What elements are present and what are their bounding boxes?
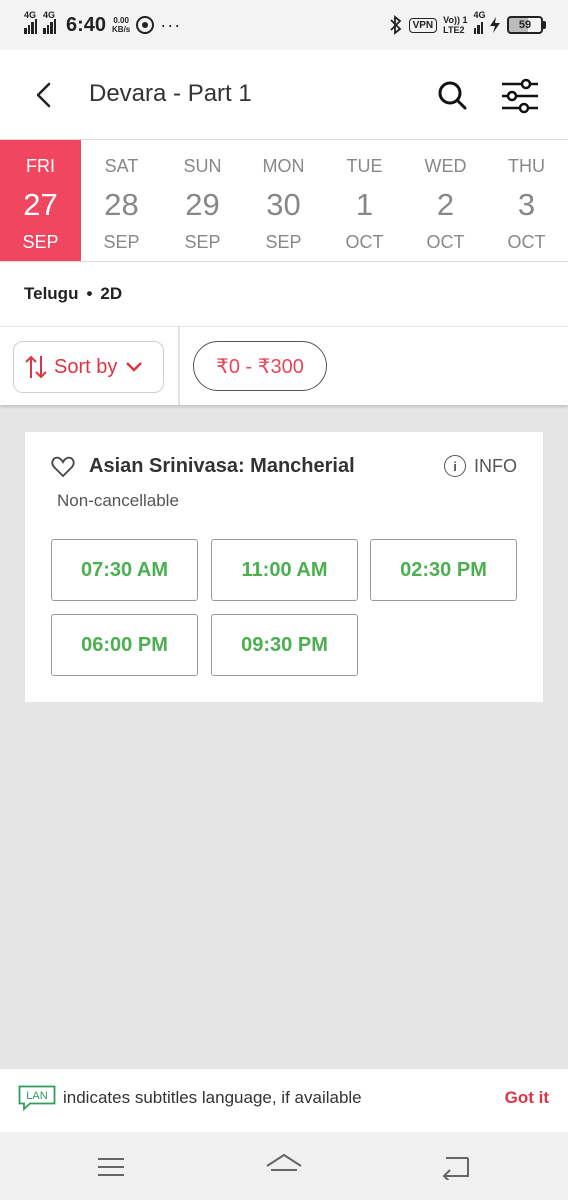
signal-icon-3: 4G xyxy=(473,10,486,34)
signal-icon-2: 4G xyxy=(43,10,56,34)
page-title: Devara - Part 1 xyxy=(89,80,252,107)
app-header: Devara - Part 1 xyxy=(0,50,568,140)
divider xyxy=(178,327,180,405)
info-label: INFO xyxy=(474,455,517,476)
showtime-button[interactable]: 02:30 PM xyxy=(370,539,517,601)
price-range-chip[interactable]: ₹0 - ₹300 xyxy=(193,341,327,391)
status-bar: 4G 4G 6:40 0.00 KB/s ··· VPN Vo)) 1 LTE2… xyxy=(0,0,568,50)
sort-by-button[interactable]: Sort by xyxy=(13,341,164,393)
chevron-down-icon xyxy=(126,362,143,372)
lan-badge-icon: LAN xyxy=(18,1085,56,1111)
vpn-badge: VPN xyxy=(408,17,438,33)
showtime-button[interactable]: 09:30 PM xyxy=(211,614,358,676)
format-row: Telugu • 2D xyxy=(0,262,568,326)
date-tue-1[interactable]: TUE 1 OCT xyxy=(324,140,405,261)
search-icon[interactable] xyxy=(436,79,468,111)
cinema-card: Asian Srinivasa: Mancherial i INFO Non-c… xyxy=(25,432,543,702)
showtime-button[interactable]: 11:00 AM xyxy=(211,539,358,601)
volte-indicator: Vo)) 1 LTE2 xyxy=(443,15,468,35)
bluetooth-icon xyxy=(389,15,401,35)
got-it-button[interactable]: Got it xyxy=(505,1088,549,1108)
home-icon[interactable] xyxy=(264,1152,304,1180)
separator-dot: • xyxy=(86,284,93,303)
cancellation-policy: Non-cancellable xyxy=(57,491,179,510)
subtitles-info-text: indicates subtitles language, if availab… xyxy=(63,1088,362,1107)
date-sat-28[interactable]: SAT 28 SEP xyxy=(81,140,162,261)
date-fri-27[interactable]: FRI 27 SEP xyxy=(0,140,81,261)
showtime-button[interactable]: 06:00 PM xyxy=(51,614,198,676)
date-sun-29[interactable]: SUN 29 SEP xyxy=(162,140,243,261)
language-label: Telugu xyxy=(24,284,79,303)
signal-icon-1: 4G xyxy=(24,10,37,34)
cinema-name[interactable]: Asian Srinivasa: Mancherial xyxy=(89,455,355,478)
sort-by-label: Sort by xyxy=(54,355,118,378)
lan-badge-text: LAN xyxy=(26,1090,47,1102)
dimension-label: 2D xyxy=(100,284,123,303)
status-right: VPN Vo)) 1 LTE2 4G 59 xyxy=(389,10,546,35)
sort-arrows-icon xyxy=(25,355,47,379)
status-left: 4G 4G 6:40 0.00 KB/s ··· xyxy=(24,10,182,37)
date-selector: FRI 27 SEP SAT 28 SEP SUN 29 SEP MON 30 … xyxy=(0,140,568,262)
system-nav-bar xyxy=(0,1132,568,1200)
back-nav-icon[interactable] xyxy=(441,1154,471,1180)
back-arrow-icon[interactable] xyxy=(30,80,60,110)
date-thu-3[interactable]: THU 3 OCT xyxy=(486,140,567,261)
chrome-icon xyxy=(136,16,155,34)
filter-sliders-icon[interactable] xyxy=(500,78,540,114)
recent-apps-icon[interactable] xyxy=(96,1156,126,1178)
network-speed: 0.00 KB/s xyxy=(112,16,131,34)
info-icon: i xyxy=(444,455,466,477)
clock: 6:40 xyxy=(66,13,107,36)
showtime-button[interactable]: 07:30 AM xyxy=(51,539,198,601)
info-button[interactable]: i INFO xyxy=(444,455,517,477)
filter-bar: Sort by ₹0 - ₹300 xyxy=(0,327,568,405)
more-notifications-icon: ··· xyxy=(160,14,182,35)
charging-icon xyxy=(490,17,500,33)
subtitles-info-bar: LAN indicates subtitles language, if ava… xyxy=(0,1069,568,1132)
date-mon-30[interactable]: MON 30 SEP xyxy=(243,140,324,261)
battery-icon: 59 xyxy=(507,16,546,34)
heart-icon[interactable] xyxy=(51,456,75,478)
date-wed-2[interactable]: WED 2 OCT xyxy=(405,140,486,261)
